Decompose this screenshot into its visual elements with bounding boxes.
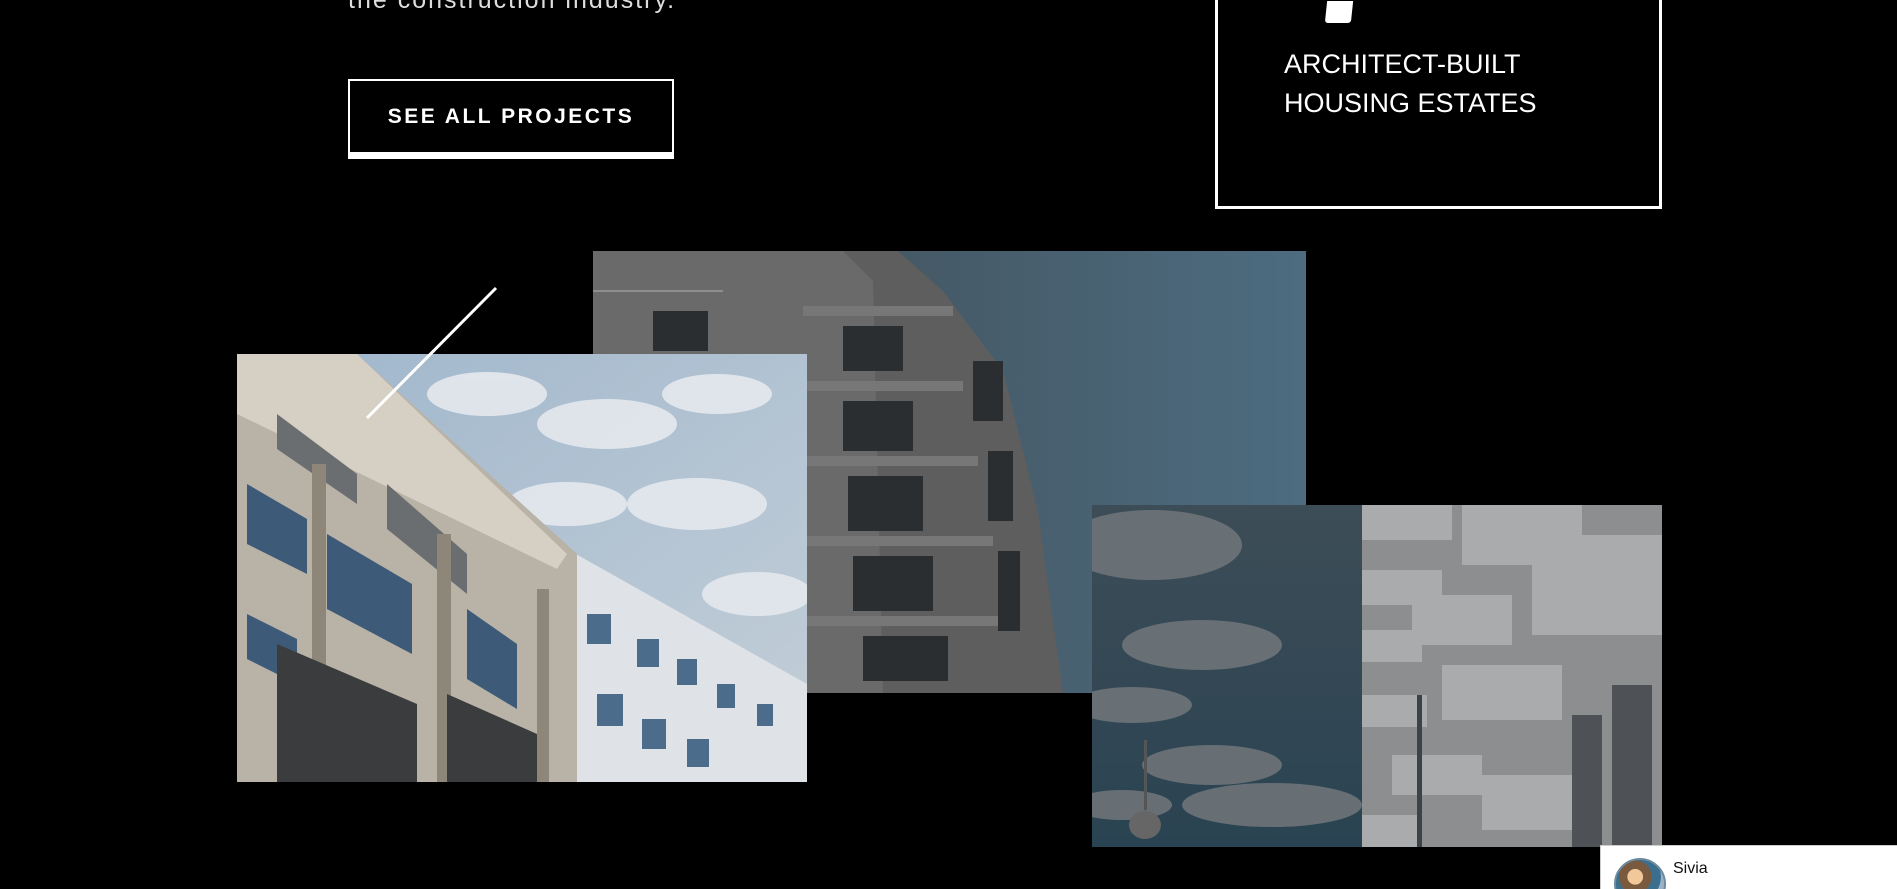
chat-agent-name: Sivia (1673, 860, 1708, 877)
feature-label: ARCHITECT-BUILT HOUSING ESTATES (1284, 45, 1614, 123)
avatar (1614, 858, 1666, 889)
gallery-photo-balconies (1092, 505, 1662, 847)
feature-card[interactable]: ARCHITECT-BUILT HOUSING ESTATES (1215, 0, 1662, 209)
decorative-diagonal-line (365, 286, 498, 420)
see-all-projects-button[interactable]: SEE ALL PROJECTS (348, 79, 674, 159)
intro-text: the construction industry. (348, 0, 677, 14)
feature-label-line1: ARCHITECT-BUILT (1284, 49, 1521, 79)
feature-label-line2: HOUSING ESTATES (1284, 88, 1537, 118)
chat-widget[interactable]: Sivia (1600, 845, 1897, 889)
page: the construction industry. SEE ALL PROJE… (0, 0, 1897, 889)
document-icon (1324, 1, 1354, 23)
gallery-photo-office (237, 354, 807, 782)
